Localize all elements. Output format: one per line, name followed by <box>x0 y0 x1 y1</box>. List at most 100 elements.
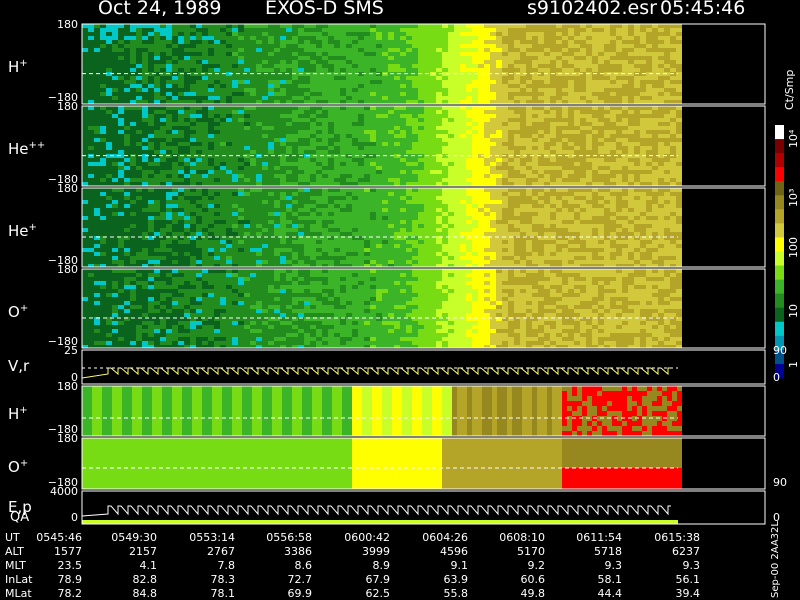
ephemeris-cell: 6237 <box>672 545 700 558</box>
ephemeris-cell: 1577 <box>54 545 82 558</box>
ephemeris-cell: 3999 <box>362 545 390 558</box>
panel-label-1: H+ <box>8 58 28 76</box>
spectrogram-panel-4 <box>82 269 682 348</box>
spectrogram-panel-7 <box>82 438 682 489</box>
ephemeris-cell: 60.6 <box>520 573 546 586</box>
ytick-bottom-8: 0 <box>71 511 78 524</box>
ephemeris-cell: 9.3 <box>604 559 623 572</box>
colorbar-label-2: 10³ <box>787 188 800 207</box>
ytick-top-8: 4000 <box>50 485 78 498</box>
colorbar-label-4: 10 <box>787 304 800 318</box>
spectrogram-panel-1 <box>82 24 682 104</box>
rtick-bottom-7: 90 <box>773 476 787 489</box>
header-instrument: EXOS-D SMS <box>265 0 384 19</box>
ephemeris-label-mlt: MLT <box>5 559 26 572</box>
qa-bar <box>82 520 678 524</box>
ephemeris-cell: 0600:42 <box>344 531 390 544</box>
ephemeris-cell: 78.2 <box>57 587 83 600</box>
ephemeris-cell: 49.8 <box>520 587 546 600</box>
colorbar-swatch-4 <box>775 167 784 182</box>
ytick-top-6: 180 <box>57 380 78 393</box>
ephemeris-label-alt: ALT <box>5 545 24 558</box>
spectrogram-canvas <box>81 23 784 525</box>
ephemeris-cell: 78.1 <box>210 587 236 600</box>
ephemeris-cell: 55.8 <box>443 587 469 600</box>
spectrogram-panel-3 <box>82 188 682 267</box>
panel-label-4: O+ <box>8 302 29 321</box>
ephemeris-cell: 5718 <box>594 545 622 558</box>
ephemeris-cell: 72.7 <box>287 573 313 586</box>
ephemeris-cell: 2157 <box>129 545 157 558</box>
colorbar-swatch-11 <box>775 265 784 281</box>
vr-panel-bg <box>82 350 678 384</box>
ephemeris-cell: 7.8 <box>217 559 236 572</box>
ephemeris-cell: 8.9 <box>372 559 391 572</box>
ephemeris-cell: 82.8 <box>132 573 158 586</box>
colorbar-swatch-8 <box>775 223 784 238</box>
ytick-top-4: 180 <box>57 263 78 276</box>
header-file: s9102402.esr <box>527 0 657 19</box>
ephemeris-cell: 9.3 <box>682 559 701 572</box>
ephemeris-cell: 58.1 <box>597 573 623 586</box>
colorbar-swatch-7 <box>775 209 784 224</box>
ephemeris-cell: 23.5 <box>57 559 83 572</box>
ephemeris-cell: 0556:58 <box>266 531 312 544</box>
ytick-top-3: 180 <box>57 182 78 195</box>
ephemeris-cell: 3386 <box>284 545 312 558</box>
ephemeris-label-mlat: MLat <box>5 587 32 600</box>
ytick-top-1: 180 <box>57 18 78 31</box>
spectrogram-panel-2 <box>82 106 682 186</box>
ephemeris-cell: 44.4 <box>597 587 623 600</box>
ephemeris-cell: 63.9 <box>443 573 469 586</box>
ephemeris-cell: 78.3 <box>210 573 236 586</box>
spectrogram-panel-6 <box>82 386 682 436</box>
ephemeris-cell: 9.2 <box>527 559 546 572</box>
ephemeris-cell: 62.5 <box>365 587 391 600</box>
rtick-top-5: 90 <box>773 344 787 357</box>
ephemeris-cell: 67.9 <box>365 573 391 586</box>
header-date: Oct 24, 1989 <box>98 0 222 19</box>
colorbar-swatch-6 <box>775 195 784 210</box>
ephemeris-cell: 8.6 <box>294 559 313 572</box>
ephemeris-cell: 0545:46 <box>36 531 82 544</box>
ytick-top-7: 180 <box>57 432 78 445</box>
colorbar-swatch-2 <box>775 139 784 154</box>
ephemeris-cell: 56.1 <box>675 573 701 586</box>
colorbar-swatch-3 <box>775 153 784 168</box>
colorbar-swatch-12 <box>775 279 784 295</box>
ephemeris-cell: 78.9 <box>57 573 83 586</box>
panel-label-7: O+ <box>8 457 29 476</box>
ephemeris-cell: 5170 <box>517 545 545 558</box>
ephemeris-cell: 4.1 <box>139 559 158 572</box>
ephemeris-cell: 4596 <box>440 545 468 558</box>
ep-panel-bg <box>82 491 678 524</box>
side-meta: Sep-00 2AA32L <box>770 521 781 598</box>
ephemeris-cell: 0608:10 <box>499 531 545 544</box>
colorbar-swatch-13 <box>775 293 784 309</box>
ephemeris-label-ut: UT <box>5 531 20 544</box>
panel-label-2: He++ <box>8 140 46 158</box>
ephemeris-cell: 9.1 <box>450 559 469 572</box>
ephemeris-cell: 0553:14 <box>189 531 235 544</box>
colorbar-label-5: 1 <box>787 361 800 368</box>
panel-label-5: V,r <box>8 357 30 375</box>
ephemeris-cell: 39.4 <box>675 587 701 600</box>
ephemeris-cell: 0615:38 <box>654 531 700 544</box>
colorbar-label-1: 10⁴ <box>787 129 800 148</box>
ephemeris-cell: 0604:26 <box>422 531 468 544</box>
colorbar-label-3: 100 <box>787 237 800 258</box>
colorbar-swatch-5 <box>775 181 784 196</box>
colorbar-swatch-14 <box>775 307 784 323</box>
ephemeris-cell: 84.8 <box>132 587 158 600</box>
ytick-top-5: 25 <box>64 344 78 357</box>
ephemeris-cell: 69.9 <box>287 587 313 600</box>
ephemeris-cell: 0611:54 <box>576 531 622 544</box>
colorbar-swatch-15 <box>775 321 784 337</box>
ephemeris-cell: 0549:30 <box>111 531 157 544</box>
rtick-bottom-5: 0 <box>773 371 780 384</box>
colorbar-swatch-1 <box>775 125 784 140</box>
header-time: 05:45:46 <box>660 0 746 19</box>
ephemeris-cell: 2767 <box>207 545 235 558</box>
panel-label-6: H+ <box>8 405 28 423</box>
colorbar-swatch-9 <box>775 237 784 252</box>
